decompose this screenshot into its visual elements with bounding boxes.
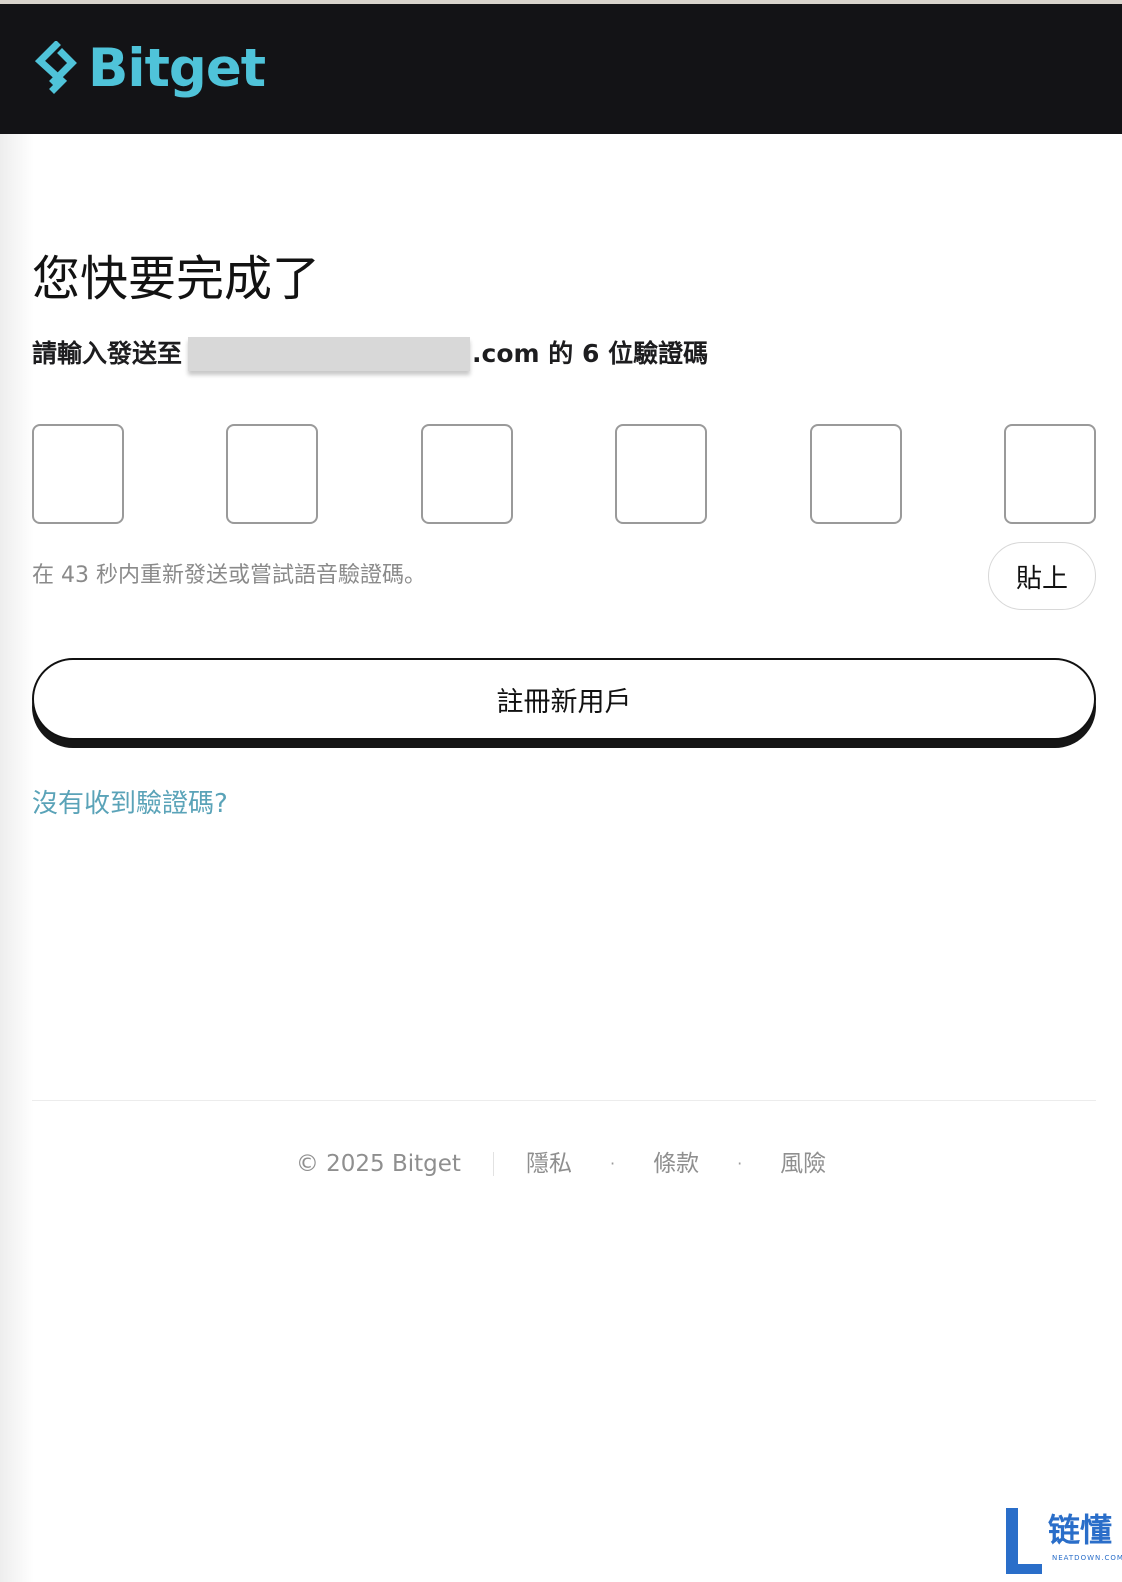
code-digit-5[interactable] xyxy=(809,424,902,524)
watermark-text: 链懂 xyxy=(1048,1511,1113,1549)
no-code-received-link[interactable]: 沒有收到驗證碼? xyxy=(32,786,228,822)
code-digit-2[interactable] xyxy=(226,424,319,524)
watermark-logo-foot xyxy=(1006,1564,1042,1574)
footer-dot: · xyxy=(609,1154,616,1173)
register-button[interactable]: 註冊新用戶 xyxy=(32,658,1096,740)
redacted-email xyxy=(188,337,471,371)
bitget-logo[interactable]: Bitget xyxy=(32,38,266,100)
instruction-suffix: .com 的 6 位驗證碼 xyxy=(472,339,709,368)
code-instruction: 請輸入發送至 .com 的 6 位驗證碼 xyxy=(32,336,708,372)
resend-countdown: 在 43 秒内重新發送或嘗試語音驗證碼。 xyxy=(32,563,426,588)
risk-link[interactable]: 風險 xyxy=(780,1148,826,1180)
page-footer: © 2025 Bitget 隱私 · 條款 · 風險 xyxy=(0,1148,1122,1180)
footer-divider xyxy=(32,1100,1096,1101)
verification-page: Bitget 您快要完成了 請輸入發送至 .com 的 6 位驗證碼 在 43 … xyxy=(0,0,1122,1582)
bitget-logo-icon xyxy=(34,41,77,94)
footer-separator xyxy=(492,1152,494,1176)
page-title: 您快要完成了 xyxy=(32,251,321,307)
top-header: Bitget xyxy=(0,4,1122,134)
footer-dot: · xyxy=(737,1154,743,1173)
terms-link[interactable]: 條款 xyxy=(653,1148,699,1180)
privacy-link[interactable]: 隱私 xyxy=(526,1148,572,1180)
watermark-domain: NEATDOWN.COM xyxy=(1052,1554,1122,1562)
code-digit-1[interactable] xyxy=(32,424,124,524)
instruction-prefix: 請輸入發送至 xyxy=(32,339,183,368)
paste-button[interactable]: 貼上 xyxy=(988,542,1096,610)
code-digit-3[interactable] xyxy=(420,424,513,524)
bitget-logo-text: Bitget xyxy=(88,38,266,99)
neatdown-watermark: 链懂 NEATDOWN.COM xyxy=(1006,1508,1122,1578)
code-digit-4[interactable] xyxy=(615,424,708,524)
copyright-text: © 2025 Bitget xyxy=(295,1151,461,1177)
code-digit-6[interactable] xyxy=(1003,424,1096,524)
code-input-row xyxy=(32,424,1096,524)
